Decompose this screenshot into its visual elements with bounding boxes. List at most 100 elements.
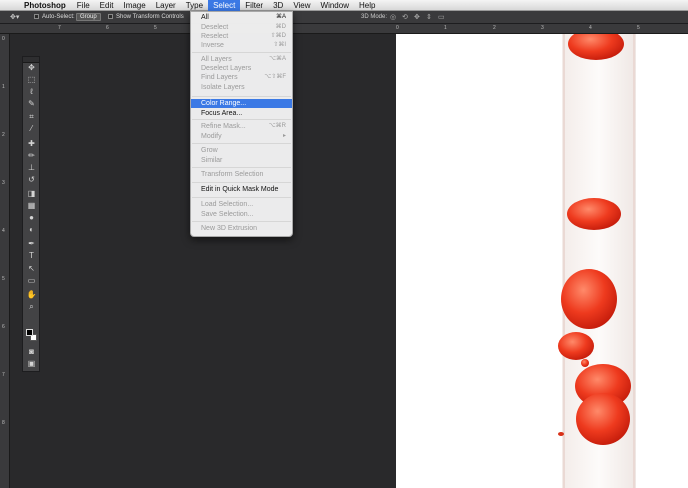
menu-type[interactable]: Type (181, 0, 208, 11)
eraser-tool-icon[interactable]: ◨ (25, 189, 38, 199)
menu-item-label: Deselect (201, 24, 229, 31)
screen-mode-icon[interactable]: ▣ (25, 359, 38, 369)
3d-pan-icon[interactable]: ✥ (414, 13, 420, 21)
ruler-tick: 6 (2, 324, 5, 330)
ruler-tick: 3 (2, 180, 5, 186)
menu-item-label: Modify (201, 133, 222, 140)
type-tool-icon[interactable]: T (25, 251, 38, 261)
clone-stamp-tool-icon[interactable]: ⊥ (25, 163, 38, 173)
menu-separator (192, 52, 291, 53)
ruler-tick: 2 (493, 25, 496, 31)
dodge-tool-icon[interactable]: ◐ (25, 225, 38, 235)
menu-item-all-layers: All Layers ⌥⌘A (191, 55, 292, 64)
menu-item-save-selection: Save Selection... (191, 210, 292, 219)
menu-item-shortcut: ⌘D (275, 24, 286, 30)
red-drop (576, 393, 630, 445)
menu-item-deselect: Deselect ⌘D (191, 23, 292, 32)
move-tool-icon[interactable]: ✥▾ (10, 13, 24, 22)
ruler-tick: 6 (106, 25, 109, 31)
menu-item-grow: Grow (191, 146, 292, 155)
ruler-tick: 5 (2, 276, 5, 282)
menu-item-refine-mask: Refine Mask... ⌥⌘R (191, 122, 292, 131)
ruler-tick: 1 (2, 84, 5, 90)
menu-item-label: Focus Area... (201, 110, 243, 117)
horizontal-ruler[interactable]: 7 6 5 0 1 2 3 4 5 (0, 24, 688, 34)
menu-item-focus-area[interactable]: Focus Area... (191, 109, 292, 118)
foreground-color-swatch[interactable] (26, 329, 33, 336)
menu-separator (192, 182, 291, 183)
menu-item-shortcut: ⌥⌘A (269, 56, 286, 62)
menu-edit[interactable]: Edit (95, 0, 119, 11)
menu-separator (192, 221, 291, 222)
3d-roll-icon[interactable]: ⟲ (402, 13, 408, 21)
menu-file[interactable]: File (72, 0, 95, 11)
ruler-tick: 4 (589, 25, 592, 31)
menu-item-all[interactable]: All ⌘A (191, 13, 292, 22)
menu-item-shortcut: ⇧⌘D (270, 33, 286, 39)
menu-help[interactable]: Help (354, 0, 380, 11)
hand-tool-icon[interactable]: ✋ (25, 290, 38, 300)
crop-tool-icon[interactable]: ⌗ (25, 112, 38, 122)
ruler-tick: 8 (2, 420, 5, 426)
auto-select-checkbox[interactable] (34, 14, 39, 19)
ruler-tick: 5 (154, 25, 157, 31)
menu-item-label: Load Selection... (201, 201, 254, 208)
menu-select[interactable]: Select (208, 0, 241, 11)
menu-layer[interactable]: Layer (151, 0, 181, 11)
quick-selection-tool-icon[interactable]: ✎ (25, 99, 38, 109)
menu-item-color-range[interactable]: Color Range... (191, 99, 292, 108)
history-brush-tool-icon[interactable]: ↺ (25, 175, 38, 185)
blur-tool-icon[interactable]: ● (25, 213, 38, 223)
menu-item-deselect-layers: Deselect Layers (191, 64, 292, 73)
ruler-tick: 7 (58, 25, 61, 31)
show-transform-checkbox[interactable] (108, 14, 113, 19)
path-selection-tool-icon[interactable]: ↖ (25, 264, 38, 274)
menu-item-edit-in-quick-mask-mode[interactable]: Edit in Quick Mask Mode (191, 185, 292, 194)
move-tool-icon[interactable]: ✥ (25, 63, 38, 73)
menu-item-label: Grow (201, 147, 218, 154)
lasso-tool-icon[interactable]: ℓ (25, 87, 38, 97)
brush-tool-icon[interactable]: ✏ (25, 151, 38, 161)
menu-item-find-layers: Find Layers ⌥⇧⌘F (191, 73, 292, 82)
3d-scale-icon[interactable]: ▭ (438, 13, 445, 21)
menu-window[interactable]: Window (316, 0, 354, 11)
vertical-ruler[interactable]: 0 1 2 3 4 5 6 7 8 (0, 34, 10, 488)
menu-separator (192, 167, 291, 168)
eyedropper-tool-icon[interactable]: ⁄ (25, 124, 38, 134)
gradient-tool-icon[interactable]: ▦ (25, 201, 38, 211)
marquee-tool-icon[interactable]: ⬚ (25, 75, 38, 85)
submenu-arrow-icon: ▸ (282, 133, 286, 139)
options-bar: ✥▾ Auto-Select: Group Show Transform Con… (0, 11, 688, 24)
menu-view[interactable]: View (288, 0, 315, 11)
menu-item-label: Find Layers (201, 74, 238, 81)
menu-item-shortcut: ⌘A (275, 14, 286, 20)
menu-3d[interactable]: 3D (268, 0, 288, 11)
3d-orbit-icon[interactable]: ◎ (390, 13, 396, 21)
menu-bar: Photoshop File Edit Image Layer Type Sel… (0, 0, 688, 11)
menu-filter[interactable]: Filter (240, 0, 268, 11)
menu-item-label: Save Selection... (201, 211, 254, 218)
menu-item-label: Refine Mask... (201, 123, 246, 130)
menu-image[interactable]: Image (118, 0, 150, 11)
ruler-tick: 5 (637, 25, 640, 31)
quick-mask-icon[interactable]: ◙ (25, 347, 38, 357)
menu-item-label: Edit in Quick Mask Mode (201, 186, 279, 193)
app-menu[interactable]: Photoshop (20, 0, 72, 11)
rectangle-tool-icon[interactable]: ▭ (25, 276, 38, 286)
pen-tool-icon[interactable]: ✒ (25, 239, 38, 249)
document-canvas[interactable] (396, 34, 688, 488)
healing-brush-tool-icon[interactable]: ✚ (25, 139, 38, 149)
menu-item-label: Reselect (201, 33, 229, 40)
auto-select-label: Auto-Select: (42, 14, 75, 20)
menu-item-label: Transform Selection (201, 171, 264, 178)
menu-item-label: New 3D Extrusion (201, 225, 258, 232)
3d-slide-icon[interactable]: ⇕ (426, 13, 432, 21)
red-drop (558, 432, 564, 436)
menu-item-modify: Modify ▸ (191, 132, 292, 141)
menu-separator (192, 96, 291, 97)
zoom-tool-icon[interactable]: ⌕ (25, 302, 38, 312)
menu-item-load-selection: Load Selection... (191, 200, 292, 209)
auto-select-dropdown[interactable]: Group (76, 13, 101, 21)
menu-item-transform-selection: Transform Selection (191, 170, 292, 179)
menu-item-label: Color Range... (201, 100, 247, 107)
